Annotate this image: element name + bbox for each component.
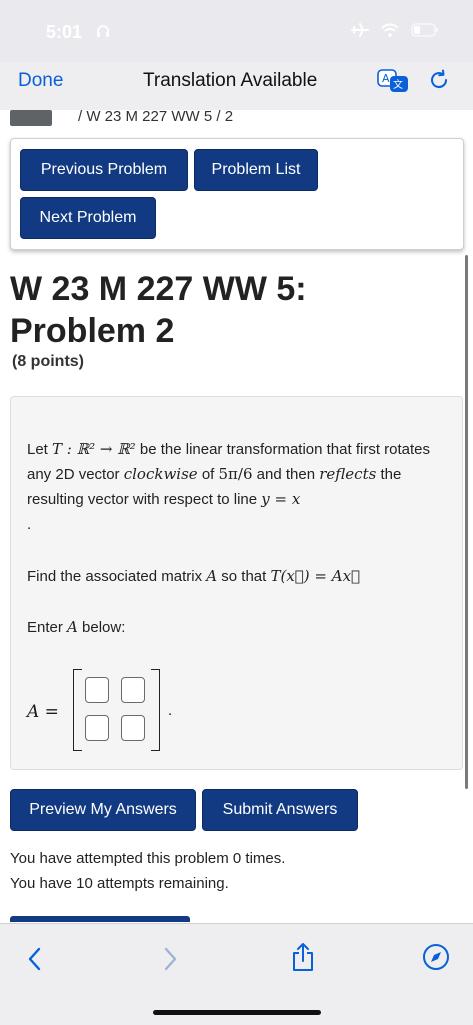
share-icon[interactable] — [290, 942, 316, 977]
breadcrumb[interactable]: / W 23 M 227 WW 5 / 2 — [78, 108, 233, 125]
headphones-icon — [96, 24, 110, 43]
airplane-icon — [351, 22, 369, 43]
problem-statement: Let T : ℝ² → ℝ² be the linear transforma… — [27, 437, 452, 537]
breadcrumb-home-block[interactable] — [10, 110, 52, 126]
status-time: 5:01 — [46, 22, 83, 42]
submit-answers-button[interactable]: Submit Answers — [202, 789, 358, 831]
wifi-icon — [381, 23, 399, 42]
status-bar: 5:01 — [0, 0, 473, 62]
text-fragment: and then — [252, 466, 320, 483]
attempts-remaining: You have 10 attempts remaining. — [10, 875, 229, 892]
matrix-period: . — [168, 702, 173, 719]
word-clockwise: clockwise — [123, 465, 198, 483]
home-indicator[interactable] — [153, 1010, 321, 1015]
problem-box: Let T : ℝ² → ℝ² be the linear transforma… — [10, 396, 463, 770]
forward-chevron-icon[interactable] — [160, 946, 180, 977]
compass-icon[interactable] — [422, 943, 450, 976]
math-A: A — [67, 618, 78, 636]
translate-icon[interactable]: A文 — [376, 68, 412, 99]
offscreen-button-edge[interactable] — [10, 916, 190, 922]
matrix-cell-1-1[interactable] — [85, 677, 109, 703]
scroll-indicator[interactable] — [465, 255, 468, 789]
find-statement: Find the associated matrix A so that T(x… — [27, 564, 452, 589]
text-fragment: of — [197, 466, 219, 483]
matrix-label: A = — [27, 702, 59, 722]
math-equation: T(x⃗) = Ax⃗ — [270, 567, 361, 585]
done-button[interactable]: Done — [18, 70, 63, 92]
text-fragment: Find the associated matrix — [27, 568, 207, 585]
previous-problem-button[interactable]: Previous Problem — [20, 149, 188, 191]
problem-nav-panel: Previous Problem Problem List Next Probl… — [10, 138, 464, 250]
matrix-right-bracket — [151, 669, 160, 751]
math-angle: 5π/6 — [218, 465, 253, 483]
math-line: y = x — [261, 490, 301, 508]
browser-nav-bar: Done Translation Available A文 — [0, 62, 473, 111]
text-fragment: Enter — [27, 619, 68, 636]
period: . — [27, 516, 32, 533]
svg-text:A: A — [382, 72, 390, 85]
problem-list-button[interactable]: Problem List — [194, 149, 318, 191]
text-fragment: so that — [217, 568, 271, 585]
attempts-count: You have attempted this problem 0 times. — [10, 850, 286, 867]
problem-points: (8 points) — [12, 353, 84, 370]
enter-statement: Enter A below: — [27, 615, 452, 640]
math-A: A — [206, 567, 218, 585]
preview-answers-button[interactable]: Preview My Answers — [10, 789, 196, 831]
matrix-left-bracket — [73, 669, 82, 751]
reload-icon[interactable] — [428, 69, 450, 96]
text-fragment: Let — [27, 441, 53, 458]
nav-title: Translation Available — [143, 70, 318, 91]
svg-text:文: 文 — [393, 78, 403, 91]
status-icons — [351, 22, 439, 43]
breadcrumb-row — [0, 110, 473, 138]
next-problem-button[interactable]: Next Problem — [20, 197, 156, 239]
matrix-cell-2-2[interactable] — [121, 715, 145, 741]
battery-icon — [411, 23, 439, 42]
word-reflects: reflects — [319, 465, 377, 483]
text-fragment: below: — [77, 619, 126, 636]
matrix-cell-2-1[interactable] — [85, 715, 109, 741]
problem-title: W 23 M 227 WW 5: Problem 2 — [10, 270, 307, 350]
math-T: T : ℝ² → ℝ² — [52, 440, 136, 458]
matrix-cell-1-2[interactable] — [121, 677, 145, 703]
back-chevron-icon[interactable] — [25, 946, 45, 977]
